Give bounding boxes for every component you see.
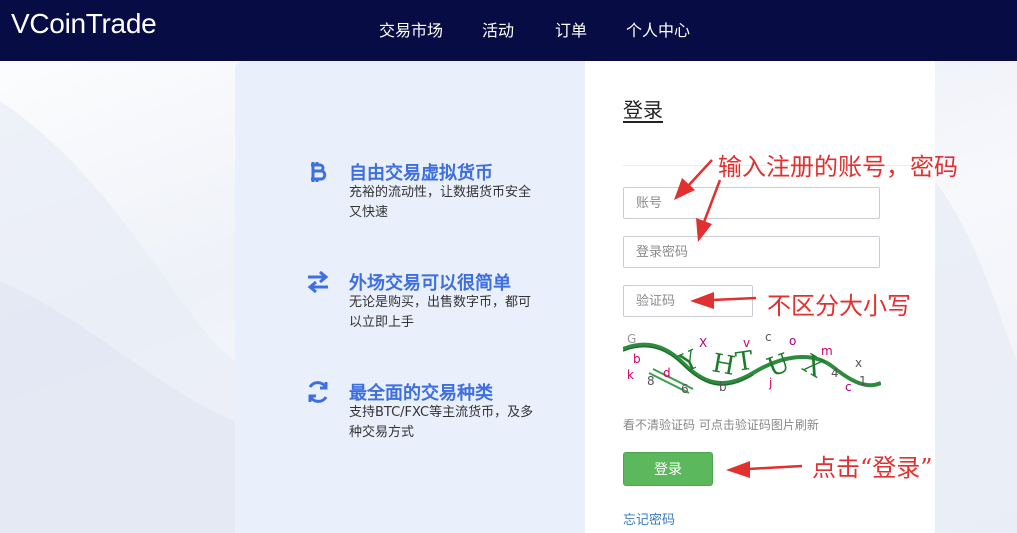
svg-text:X: X bbox=[699, 336, 707, 350]
password-input[interactable] bbox=[623, 236, 880, 268]
svg-text:v: v bbox=[743, 336, 750, 350]
svg-text:c: c bbox=[765, 333, 772, 344]
login-button[interactable]: 登录 bbox=[623, 452, 713, 486]
bitcoin-icon bbox=[311, 162, 327, 182]
captcha-hint: 看不清验证码 可点击验证码图片刷新 bbox=[623, 418, 819, 432]
nav-item-user-center[interactable]: 个人中心 bbox=[626, 17, 690, 41]
annotation-submit-hint: 点击“登录” bbox=[812, 454, 933, 482]
feature-description: 无论是购买，出售数字币，都可以立即上手 bbox=[349, 295, 532, 330]
features-panel: 自由交易虚拟货币 充裕的流动性，让数据货币安全又快速 外场交易可以很简单 无论是… bbox=[235, 61, 585, 533]
feature-title: 外场交易可以很简单 bbox=[349, 273, 511, 294]
svg-text:8: 8 bbox=[647, 374, 655, 388]
svg-text:4: 4 bbox=[831, 366, 839, 380]
svg-text:6: 6 bbox=[681, 382, 689, 396]
nav-item-orders[interactable]: 订单 bbox=[555, 17, 587, 41]
svg-text:G: G bbox=[627, 333, 636, 346]
login-title: 登录 bbox=[623, 98, 663, 122]
nav-item-activity[interactable]: 活动 bbox=[482, 17, 514, 41]
feature-title: 最全面的交易种类 bbox=[349, 383, 493, 404]
svg-text:m: m bbox=[821, 344, 833, 358]
captcha-image[interactable]: Y H T U X G b k 8 d 6 X b v c j o m 4 x … bbox=[623, 333, 881, 397]
account-input[interactable] bbox=[623, 187, 880, 219]
title-underline bbox=[623, 121, 663, 123]
forgot-password-link[interactable]: 忘记密码 bbox=[623, 509, 675, 528]
annotation-captcha-hint: 不区分大小写 bbox=[767, 292, 911, 320]
svg-text:b: b bbox=[633, 352, 641, 366]
svg-text:d: d bbox=[663, 366, 671, 380]
svg-text:c: c bbox=[845, 380, 852, 394]
captcha-input[interactable] bbox=[623, 285, 753, 317]
svg-text:1: 1 bbox=[859, 374, 867, 388]
svg-text:b: b bbox=[719, 380, 727, 394]
refresh-icon bbox=[308, 381, 328, 403]
svg-text:k: k bbox=[627, 368, 634, 382]
annotation-account-hint: 输入注册的账号，密码 bbox=[718, 153, 958, 181]
top-navigation-bar: VCoinTrade 交易市场 活动 订单 个人中心 bbox=[0, 0, 1017, 61]
feature-description: 支持BTC/FXC等主流货币，及多种交易方式 bbox=[349, 405, 534, 440]
brand-logo[interactable]: VCoinTrade bbox=[11, 8, 157, 40]
svg-text:o: o bbox=[789, 334, 796, 348]
feature-description: 充裕的流动性，让数据货币安全又快速 bbox=[349, 185, 532, 220]
svg-text:x: x bbox=[855, 356, 862, 370]
nav-item-market[interactable]: 交易市场 bbox=[379, 17, 443, 41]
feature-title: 自由交易虚拟货币 bbox=[349, 163, 493, 184]
transfer-icon bbox=[307, 270, 329, 294]
svg-text:j: j bbox=[768, 376, 772, 390]
